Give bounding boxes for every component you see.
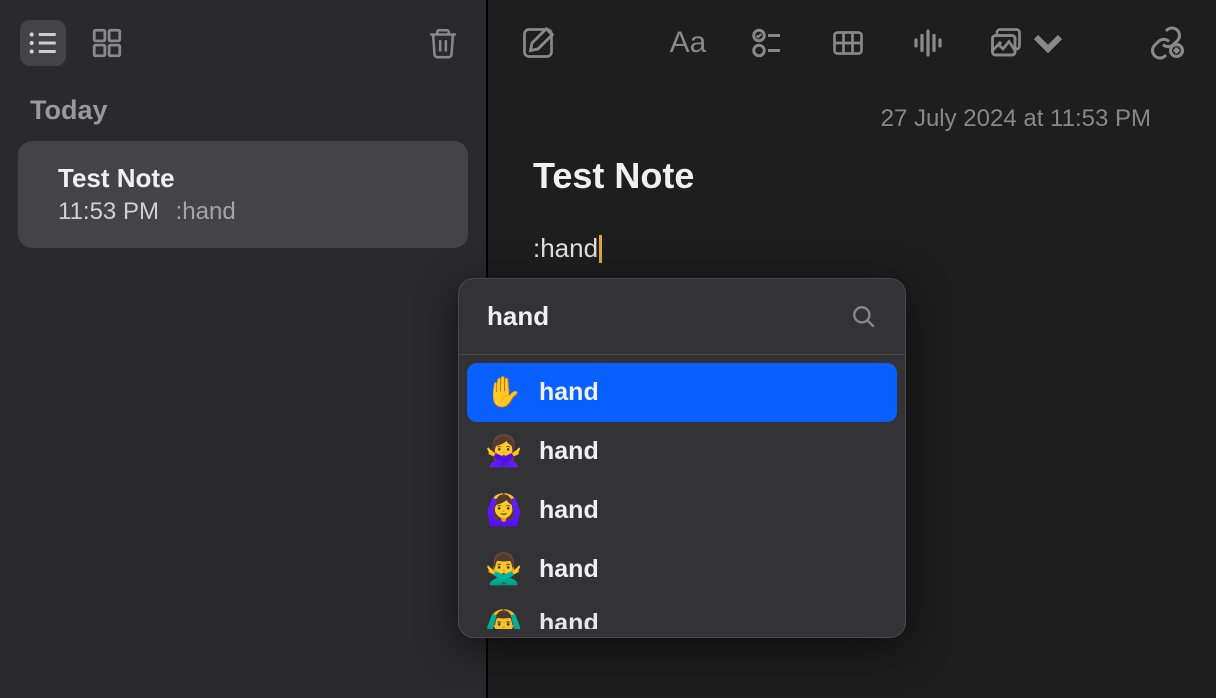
emoji-label: hand xyxy=(539,609,599,629)
emoji-label: hand xyxy=(539,378,599,407)
grid-icon xyxy=(90,26,124,60)
emoji-picker-search[interactable]: hand xyxy=(459,279,905,355)
sidebar-toolbar xyxy=(0,0,486,85)
emoji-picker-item[interactable]: ✋ hand xyxy=(467,363,897,422)
note-title[interactable]: Test Note xyxy=(533,155,1171,197)
table-icon xyxy=(830,25,866,61)
emoji-glyph: 🙆‍♂️ xyxy=(485,609,519,629)
list-view-button[interactable] xyxy=(20,20,66,66)
emoji-picker: hand ✋ hand 🙅‍♀️ hand 🙆‍♀️ hand 🙅‍♂️ han… xyxy=(458,278,906,638)
format-button[interactable]: Aa xyxy=(668,23,708,63)
compose-icon xyxy=(520,25,556,61)
note-item-time: 11:53 PM xyxy=(58,198,159,225)
note-content[interactable]: :hand xyxy=(533,233,602,264)
chevron-down-icon xyxy=(1030,25,1066,61)
format-aa-icon: Aa xyxy=(670,26,707,60)
emoji-search-query: hand xyxy=(487,301,851,332)
emoji-glyph: ✋ xyxy=(485,375,519,410)
note-list-item[interactable]: Test Note 11:53 PM :hand xyxy=(18,141,468,248)
emoji-glyph: 🙅‍♀️ xyxy=(485,434,519,469)
list-icon xyxy=(26,26,60,60)
checklist-button[interactable] xyxy=(748,23,788,63)
note-list: Test Note 11:53 PM :hand xyxy=(0,141,486,248)
emoji-glyph: 🙅‍♂️ xyxy=(485,552,519,587)
link-button[interactable] xyxy=(1146,23,1186,63)
note-item-preview: :hand xyxy=(176,198,236,225)
note-item-title: Test Note xyxy=(58,163,428,194)
note-content-text: :hand xyxy=(533,233,598,263)
emoji-picker-item[interactable]: 🙆‍♂️ hand xyxy=(467,599,897,629)
emoji-picker-item[interactable]: 🙅‍♂️ hand xyxy=(467,540,897,599)
section-header: Today xyxy=(0,85,486,141)
compose-button[interactable] xyxy=(518,23,558,63)
trash-icon xyxy=(426,26,460,60)
emoji-picker-list: ✋ hand 🙅‍♀️ hand 🙆‍♀️ hand 🙅‍♂️ hand 🙆‍♂… xyxy=(459,355,905,637)
search-icon xyxy=(851,304,877,330)
text-cursor xyxy=(599,235,602,263)
emoji-glyph: 🙆‍♀️ xyxy=(485,493,519,528)
audio-button[interactable] xyxy=(908,23,948,63)
emoji-label: hand xyxy=(539,555,599,584)
table-button[interactable] xyxy=(828,23,868,63)
emoji-label: hand xyxy=(539,496,599,525)
emoji-picker-item[interactable]: 🙆‍♀️ hand xyxy=(467,481,897,540)
note-item-meta: 11:53 PM :hand xyxy=(58,198,428,226)
waveform-icon xyxy=(910,25,946,61)
note-date: 27 July 2024 at 11:53 PM xyxy=(533,105,1171,133)
delete-button[interactable] xyxy=(420,20,466,66)
link-icon xyxy=(1148,25,1184,61)
sidebar: Today Test Note 11:53 PM :hand xyxy=(0,0,488,698)
emoji-label: hand xyxy=(539,437,599,466)
media-button[interactable] xyxy=(988,23,1066,63)
checklist-icon xyxy=(750,25,786,61)
editor-toolbar: Aa xyxy=(488,0,1216,85)
photos-icon xyxy=(988,25,1024,61)
grid-view-button[interactable] xyxy=(84,20,130,66)
emoji-picker-item[interactable]: 🙅‍♀️ hand xyxy=(467,422,897,481)
